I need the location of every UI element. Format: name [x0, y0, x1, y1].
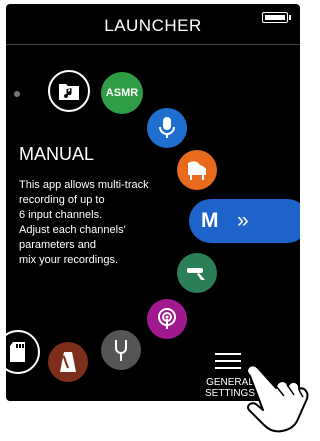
selected-app-description: This app allows multi-track recording of… — [19, 178, 149, 268]
field-mic-app-button[interactable] — [177, 253, 217, 293]
asmr-label: ASMR — [105, 87, 139, 99]
page-title: LAUNCHER — [104, 16, 202, 35]
description-line: recording of up to — [19, 194, 105, 206]
description-line: This app allows multi-track — [19, 179, 149, 191]
manual-app-selected-button[interactable]: M » — [189, 199, 300, 243]
shotgun-mic-icon — [187, 268, 205, 280]
podcast-app-button[interactable] — [147, 299, 187, 339]
music-folder-icon — [59, 84, 79, 100]
manual-badge: M — [201, 209, 219, 232]
music-folder-app-button[interactable] — [48, 70, 90, 112]
description-line: parameters and — [19, 239, 97, 251]
launcher-screen: LAUNCHER ASMR M » MANUAL This app allows… — [6, 4, 300, 401]
microphone-icon — [159, 117, 175, 138]
top-bar: LAUNCHER — [6, 4, 300, 45]
tuner-app-button[interactable] — [101, 330, 141, 370]
piano-app-button[interactable] — [177, 150, 217, 190]
menu-icon[interactable] — [215, 353, 241, 369]
pointing-hand-icon — [243, 363, 309, 433]
page-indicator-dot — [14, 91, 20, 97]
microphone-app-button[interactable] — [147, 108, 187, 148]
metronome-icon — [60, 352, 76, 372]
description-line: 6 input channels. — [19, 209, 103, 221]
metronome-app-button[interactable] — [48, 342, 88, 382]
selected-app-title: MANUAL — [19, 144, 95, 164]
description-line: Adjust each channels' — [19, 224, 126, 236]
podcast-icon — [158, 308, 176, 329]
tuning-fork-icon — [115, 340, 127, 361]
asmr-app-button[interactable]: ASMR — [101, 72, 143, 114]
description-line: mix your recordings. — [19, 254, 119, 266]
piano-icon — [188, 161, 206, 180]
sd-card-app-button[interactable] — [6, 330, 40, 374]
battery-icon — [262, 12, 291, 23]
sd-card-icon — [10, 342, 25, 362]
open-chevron-icon: » — [237, 209, 249, 232]
